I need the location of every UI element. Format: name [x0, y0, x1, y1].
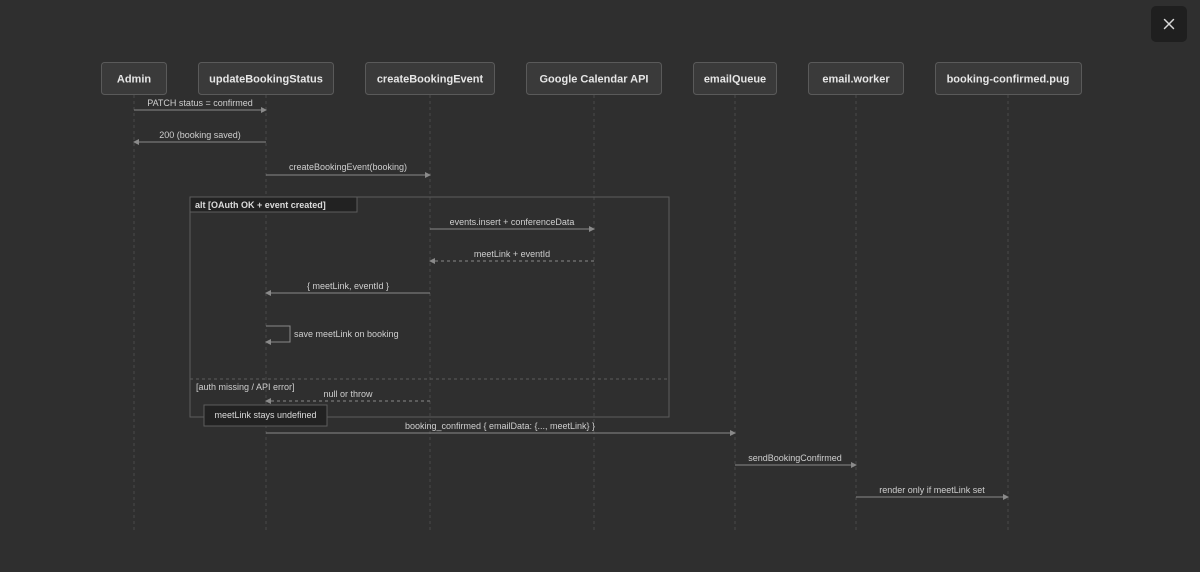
- message-label: events.insert + conferenceData: [450, 217, 575, 227]
- actor-google-calendar-api[interactable]: Google Calendar API: [526, 62, 662, 95]
- actor-label: Admin: [117, 74, 152, 86]
- actor-label: createBookingEvent: [377, 74, 484, 86]
- actor-admin[interactable]: Admin: [101, 62, 167, 95]
- actor-update-booking-status[interactable]: updateBookingStatus: [198, 62, 334, 95]
- actor-label: email.worker: [822, 74, 890, 86]
- close-icon: [1163, 18, 1175, 30]
- close-button[interactable]: [1151, 6, 1187, 42]
- actor-email-worker[interactable]: email.worker: [808, 62, 904, 95]
- note: meetLink stays undefined: [203, 404, 328, 427]
- actor-label: Google Calendar API: [539, 74, 648, 86]
- actor-label: booking-confirmed.pug: [947, 74, 1070, 86]
- alt-else-label: [auth missing / API error]: [196, 382, 295, 392]
- message-label: render only if meetLink set: [879, 485, 985, 495]
- actor-email-queue[interactable]: emailQueue: [693, 62, 777, 95]
- actor-create-booking-event[interactable]: createBookingEvent: [365, 62, 495, 95]
- self-message-arrow: [265, 325, 291, 345]
- message-label: { meetLink, eventId }: [307, 281, 389, 291]
- message-label: createBookingEvent(booking): [289, 162, 407, 172]
- sequence-diagram: alt [OAuth OK + event created] [auth mis…: [101, 62, 1082, 530]
- message-label: save meetLink on booking: [294, 329, 399, 339]
- message-label: booking_confirmed { emailData: {..., mee…: [405, 421, 595, 431]
- alt-frame-label: alt [OAuth OK + event created]: [195, 200, 326, 210]
- actors: Admin updateBookingStatus createBookingE…: [101, 62, 1082, 95]
- message-label: 200 (booking saved): [159, 130, 241, 140]
- message-label: sendBookingConfirmed: [748, 453, 842, 463]
- message-label: null or throw: [323, 389, 373, 399]
- message-label: meetLink + eventId: [474, 249, 550, 259]
- actor-booking-confirmed-template[interactable]: booking-confirmed.pug: [935, 62, 1082, 95]
- actor-label: emailQueue: [704, 74, 766, 86]
- lifelines: [133, 95, 1009, 530]
- messages: PATCH status = confirmed 200 (booking sa…: [133, 98, 1009, 500]
- message-label: PATCH status = confirmed: [147, 98, 252, 108]
- note-text: meetLink stays undefined: [214, 410, 316, 420]
- actor-label: updateBookingStatus: [209, 74, 323, 86]
